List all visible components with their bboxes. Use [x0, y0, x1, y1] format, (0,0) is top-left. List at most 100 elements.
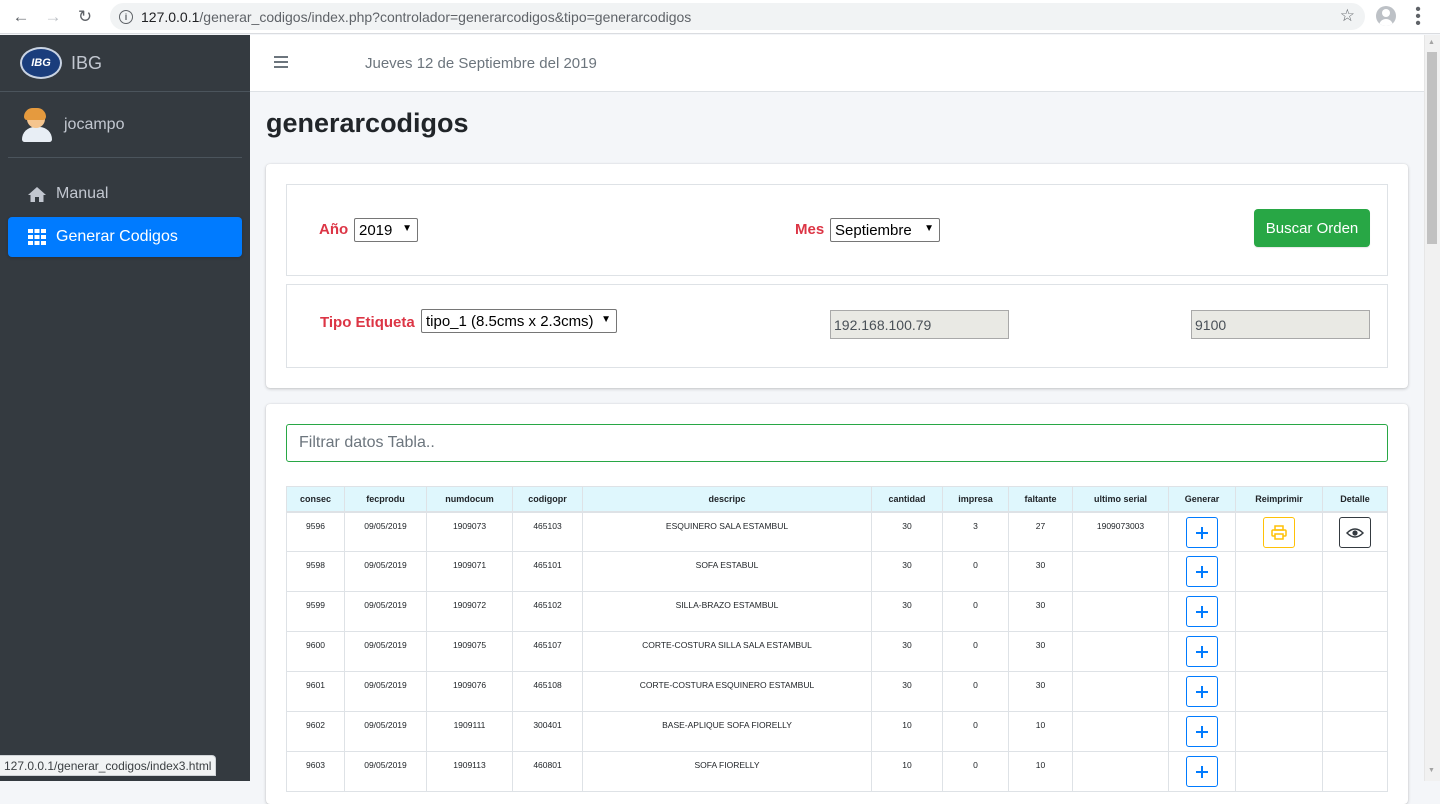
cell-faltante: 30: [1008, 551, 1073, 592]
generate-plus-button[interactable]: [1186, 596, 1218, 627]
cell-reimprimir: [1235, 591, 1323, 632]
label-type-select-value: tipo_1 (8.5cms x 2.3cms): [426, 312, 594, 330]
cell-detalle: [1322, 671, 1388, 712]
cell-faltante: 30: [1008, 591, 1073, 632]
search-order-button[interactable]: Buscar Orden: [1254, 209, 1370, 247]
link-status-bar: 127.0.0.1/generar_codigos/index3.html: [0, 755, 217, 776]
cell-codigopr: 465103: [512, 511, 583, 552]
cell-cantidad: 10: [871, 711, 943, 752]
generate-plus-button[interactable]: [1186, 716, 1218, 747]
printer-port-field: 9100: [1191, 310, 1370, 339]
table-filter-input[interactable]: Filtrar datos Tabla..: [286, 424, 1388, 462]
brand-logo: IBG: [20, 47, 62, 79]
cell-faltante: 30: [1008, 671, 1073, 712]
grid-icon: [26, 229, 48, 245]
cell-impresa: 0: [942, 551, 1009, 592]
bookmark-star-icon[interactable]: ☆: [1340, 6, 1355, 26]
cell-cantidad: 30: [871, 671, 943, 712]
generate-plus-button[interactable]: [1186, 516, 1218, 548]
browser-menu-icon[interactable]: • • •: [1413, 2, 1423, 32]
cell-cantidad: 10: [871, 751, 943, 792]
cell-impresa: 0: [942, 631, 1009, 672]
cell-reimprimir: [1235, 551, 1323, 592]
url-text[interactable]: 127.0.0.1/generar_codigos/index.php?cont…: [141, 9, 691, 25]
generate-plus-button[interactable]: [1186, 636, 1218, 667]
reprint-button[interactable]: [1263, 516, 1295, 548]
scroll-up-arrow-icon[interactable]: ▲: [1428, 39, 1435, 46]
cell-reimprimir: [1235, 751, 1323, 792]
year-select[interactable]: 2019 ▼: [354, 218, 418, 242]
forward-arrow-icon[interactable]: →: [42, 6, 64, 28]
cell-ultimo-serial: [1072, 591, 1169, 632]
cell-descripc: CORTE-COSTURA ESQUINERO ESTAMBUL: [582, 671, 872, 712]
user-avatar-icon: [21, 107, 53, 142]
cell-faltante: 30: [1008, 631, 1073, 672]
table-header-row: consec fecprodu numdocum codigopr descripc ca…: [286, 486, 1388, 513]
month-select[interactable]: Septiembre ▼: [830, 218, 940, 242]
cell-reimprimir: [1235, 511, 1323, 552]
dropdown-arrow-icon: ▼: [402, 223, 412, 234]
scroll-down-arrow-icon[interactable]: ▼: [1428, 767, 1435, 774]
cell-faltante: 10: [1008, 711, 1073, 752]
cell-consec: 9602: [286, 711, 345, 752]
cell-generar: [1168, 511, 1236, 552]
cell-generar: [1168, 631, 1236, 672]
month-label: Mes: [795, 221, 825, 238]
page-title: generarcodigos: [266, 108, 469, 138]
brand-link[interactable]: IBG IBG: [0, 35, 250, 92]
sidebar-item-generar-codigos[interactable]: Generar Codigos: [8, 217, 242, 257]
generate-plus-button[interactable]: [1186, 676, 1218, 707]
reload-icon[interactable]: ↻: [74, 6, 96, 28]
table-row: 9596 09/05/2019 1909073 465103 ESQUINERO SAL…: [286, 511, 1388, 552]
cell-generar: [1168, 591, 1236, 632]
user-name[interactable]: jocampo: [64, 116, 124, 134]
sidebar: IBG IBG jocampo Manual Generar Codigos: [0, 35, 250, 781]
site-info-icon[interactable]: i: [119, 9, 133, 24]
cell-descripc: CORTE-COSTURA SILLA SALA ESTAMBUL: [582, 631, 872, 672]
cell-cantidad: 30: [871, 551, 943, 592]
cell-consec: 9603: [286, 751, 345, 792]
cell-fecprodu: 09/05/2019: [344, 711, 427, 752]
eye-icon: [1346, 527, 1364, 538]
cell-codigopr: 460801: [512, 751, 583, 792]
label-type-select[interactable]: tipo_1 (8.5cms x 2.3cms) ▼: [421, 309, 617, 333]
cell-numdocum: 1909073: [426, 511, 513, 552]
menu-toggle-icon[interactable]: [274, 56, 288, 71]
back-arrow-icon[interactable]: ←: [10, 6, 32, 28]
column-header: codigopr: [512, 486, 583, 513]
cell-codigopr: 465107: [512, 631, 583, 672]
cell-codigopr: 465102: [512, 591, 583, 632]
scrollbar-thumb[interactable]: [1427, 52, 1437, 244]
column-header: Reimprimir: [1235, 486, 1323, 513]
detail-button[interactable]: [1339, 516, 1371, 548]
table-row: 9602 09/05/2019 1909111 300401 BASE-APLIQUE …: [286, 711, 1388, 752]
cell-impresa: 0: [942, 671, 1009, 712]
cell-ultimo-serial: [1072, 711, 1169, 752]
printer-icon: [1271, 524, 1287, 540]
cell-codigopr: 300401: [512, 711, 583, 752]
generate-plus-button[interactable]: [1186, 556, 1218, 587]
cell-impresa: 0: [942, 591, 1009, 632]
address-bar[interactable]: i 127.0.0.1/generar_codigos/index.php?co…: [110, 3, 1365, 30]
generate-plus-button[interactable]: [1186, 756, 1218, 787]
user-panel: jocampo: [8, 92, 242, 158]
cell-reimprimir: [1235, 631, 1323, 672]
sidebar-item-label: Generar Codigos: [56, 228, 178, 245]
cell-numdocum: 1909072: [426, 591, 513, 632]
cell-detalle: [1322, 551, 1388, 592]
cell-cantidad: 30: [871, 591, 943, 632]
sidebar-item-manual[interactable]: Manual: [8, 174, 242, 214]
cell-generar: [1168, 551, 1236, 592]
browser-toolbar: ← → ↻ i 127.0.0.1/generar_codigos/index.…: [0, 0, 1440, 34]
table-row: 9600 09/05/2019 1909075 465107 CORTE-COSTURA…: [286, 631, 1388, 672]
profile-avatar-icon[interactable]: [1376, 6, 1396, 26]
cell-detalle: [1322, 751, 1388, 792]
cell-fecprodu: 09/05/2019: [344, 551, 427, 592]
year-select-value: 2019: [359, 221, 393, 239]
cell-generar: [1168, 751, 1236, 792]
cell-generar: [1168, 671, 1236, 712]
cell-numdocum: 1909076: [426, 671, 513, 712]
cell-faltante: 27: [1008, 511, 1073, 552]
cell-numdocum: 1909075: [426, 631, 513, 672]
table-row: 9599 09/05/2019 1909072 465102 SILLA-BRAZO E…: [286, 591, 1388, 632]
